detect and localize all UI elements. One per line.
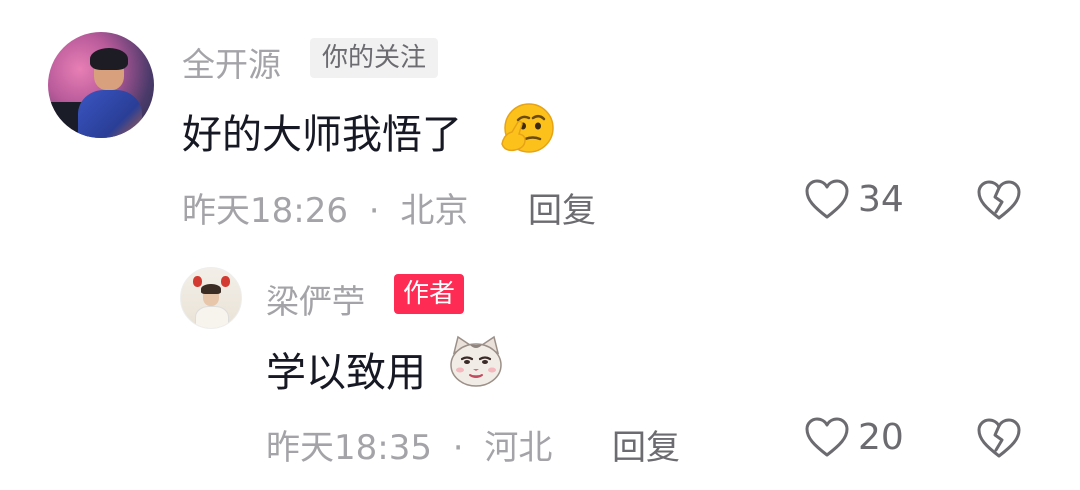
broken-heart-icon[interactable] (976, 179, 1022, 221)
author-badge: 作者 (394, 274, 465, 314)
meta-separator: · (368, 191, 380, 231)
heart-icon (805, 417, 849, 457)
cat-face-emoji (450, 335, 502, 387)
reply-button[interactable]: 回复 (612, 420, 680, 469)
like-button[interactable]: 34 (804, 178, 904, 220)
comment-location: 河北 (484, 428, 553, 468)
reply-button[interactable]: 回复 (528, 183, 596, 232)
like-count: 34 (858, 178, 904, 220)
comment-text: 好的大师我悟了 (182, 112, 462, 158)
following-badge: 你的关注 (310, 38, 439, 78)
comment-meta: 昨天18:35 · 河北 (266, 420, 552, 469)
avatar[interactable] (48, 32, 154, 138)
comment-author-name[interactable]: 全开源 (182, 38, 281, 86)
thinking-face-emoji (501, 103, 554, 153)
comment-location: 北京 (400, 191, 469, 231)
comment-text: 学以致用 (266, 350, 426, 396)
comment-author-name[interactable]: 梁俨苧 (266, 275, 365, 323)
comment-meta: 昨天18:26 · 北京 (182, 183, 468, 232)
like-count: 20 (858, 416, 904, 458)
like-button[interactable]: 20 (804, 416, 904, 458)
avatar[interactable] (180, 267, 242, 329)
broken-heart-icon[interactable] (976, 417, 1022, 459)
heart-icon (805, 179, 849, 219)
comment-time: 昨天18:26 (182, 191, 348, 231)
comment-time: 昨天18:35 (266, 428, 432, 468)
meta-separator: · (452, 428, 464, 468)
